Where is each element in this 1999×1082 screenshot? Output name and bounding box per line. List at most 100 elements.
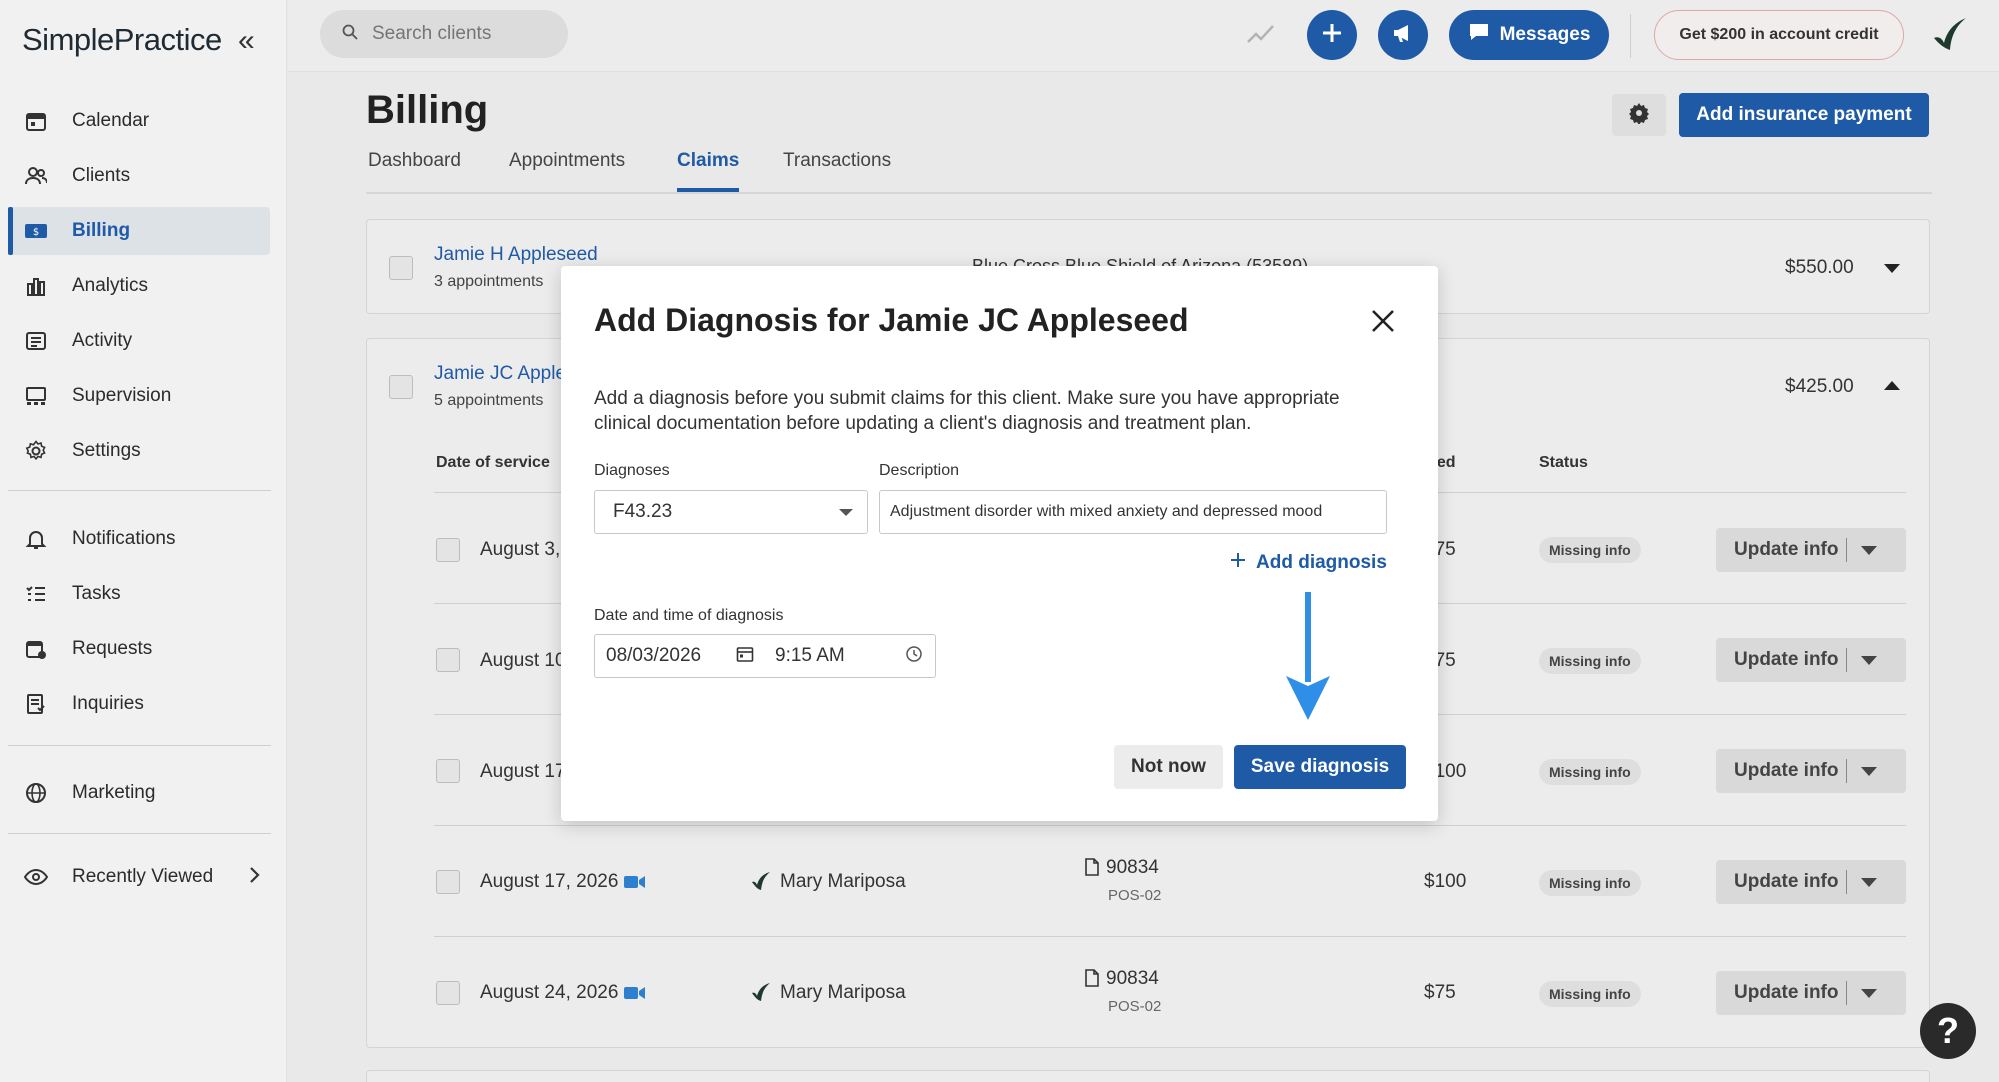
sidebar-item-inquiries[interactable]: Inquiries [8, 680, 270, 728]
appointment-count: 3 appointments [434, 273, 544, 290]
close-icon[interactable] [1368, 306, 1398, 336]
sidebar-item-label: Calendar [72, 110, 150, 131]
sidebar-divider [8, 833, 271, 834]
service-code: 90834 [1106, 968, 1159, 989]
billing-settings-button[interactable] [1612, 94, 1666, 136]
requests-icon [24, 637, 48, 661]
sidebar-item-label: Marketing [72, 782, 156, 803]
save-diagnosis-button[interactable]: Save diagnosis [1234, 745, 1406, 789]
add-button[interactable] [1307, 10, 1357, 60]
description-field[interactable]: Adjustment disorder with mixed anxiety a… [879, 490, 1387, 534]
column-header-date: Date of service [436, 454, 550, 471]
update-info-button[interactable]: Update info [1716, 971, 1906, 1015]
sidebar-item-label: Clients [72, 165, 131, 186]
not-now-button[interactable]: Not now [1114, 745, 1223, 789]
calendar-icon[interactable] [736, 645, 754, 668]
announcements-button[interactable] [1378, 10, 1428, 60]
sidebar-item-label: Supervision [72, 385, 172, 406]
add-insurance-payment-button[interactable]: Add insurance payment [1679, 93, 1929, 137]
account-credit-button[interactable]: Get $200 in account credit [1654, 10, 1904, 60]
clinician-avatar-icon [750, 981, 772, 1008]
update-info-label: Update info [1734, 871, 1839, 892]
eye-icon [24, 865, 48, 889]
row-checkbox[interactable] [436, 759, 460, 783]
document-icon [1085, 969, 1099, 992]
dropdown-caret-icon[interactable] [1861, 655, 1877, 665]
topbar-divider [1630, 14, 1631, 58]
sidebar-item-calendar[interactable]: Calendar [8, 97, 270, 145]
collapse-sidebar-icon[interactable]: « [238, 26, 255, 56]
annotation-arrow-icon [1286, 592, 1330, 720]
date-value: 08/03/2026 [606, 645, 702, 666]
tab-claims[interactable]: Claims [677, 150, 740, 192]
update-info-label: Update info [1734, 982, 1839, 1003]
add-diagnosis-label: Add diagnosis [1256, 552, 1387, 573]
row-checkbox[interactable] [436, 870, 460, 894]
tab-dashboard[interactable]: Dashboard [368, 150, 461, 172]
row-checkbox[interactable] [436, 538, 460, 562]
activity-icon [24, 329, 48, 353]
messages-button[interactable]: Messages [1449, 10, 1609, 60]
help-icon: ? [1937, 1010, 1959, 1051]
analytics-icon [24, 274, 48, 298]
clock-icon[interactable] [905, 645, 923, 668]
dropdown-caret-icon[interactable] [1861, 988, 1877, 998]
update-info-button[interactable]: Update info [1716, 860, 1906, 904]
sidebar-item-supervision[interactable]: Supervision [8, 372, 270, 420]
clinician-name: Mary Mariposa [780, 871, 906, 892]
claim-card [366, 1070, 1930, 1082]
billed-amount: $75 [1424, 982, 1456, 1003]
sidebar-item-marketing[interactable]: Marketing [8, 769, 270, 817]
sidebar-item-requests[interactable]: Requests [8, 625, 270, 673]
search-bar[interactable] [320, 10, 568, 58]
app-logo[interactable]: SimplePractice [22, 22, 222, 58]
date-of-service: August 17, 2026 [480, 871, 646, 893]
search-input[interactable] [372, 23, 542, 45]
search-icon [342, 24, 358, 45]
claim-amount: $425.00 [1785, 376, 1854, 397]
row-checkbox[interactable] [436, 981, 460, 1005]
update-info-button[interactable]: Update info [1716, 749, 1906, 793]
sidebar-item-notifications[interactable]: Notifications [8, 515, 270, 563]
row-checkbox[interactable] [436, 648, 460, 672]
sidebar-item-billing[interactable]: $ Billing [8, 207, 270, 255]
sidebar-item-label: Settings [72, 440, 141, 461]
diagnosis-value: F43.23 [613, 501, 673, 522]
brand-mark-icon[interactable] [1926, 12, 1972, 58]
service-code: 90834 [1106, 857, 1159, 878]
sidebar-item-tasks[interactable]: Tasks [8, 570, 270, 618]
trend-icon[interactable] [1246, 22, 1276, 51]
claim-checkbox[interactable] [389, 256, 413, 280]
dropdown-caret-icon[interactable] [1861, 545, 1877, 555]
status-badge: Missing info [1539, 981, 1641, 1007]
client-name-link[interactable]: Jamie H Appleseed [434, 244, 598, 266]
add-diagnosis-link[interactable]: Add diagnosis [1230, 552, 1387, 574]
update-info-label: Update info [1734, 760, 1839, 781]
sidebar-item-analytics[interactable]: Analytics [8, 262, 270, 310]
tab-transactions[interactable]: Transactions [783, 150, 891, 172]
row-divider [434, 936, 1906, 937]
sidebar-item-recently-viewed[interactable]: Recently Viewed [8, 853, 270, 901]
sidebar-item-label: Billing [72, 220, 131, 241]
sidebar-item-activity[interactable]: Activity [8, 317, 270, 365]
collapse-caret-icon[interactable] [1884, 381, 1900, 390]
tab-appointments[interactable]: Appointments [509, 150, 625, 172]
update-info-button[interactable]: Update info [1716, 638, 1906, 682]
date-time-label: Date and time of diagnosis [594, 607, 784, 624]
update-info-button[interactable]: Update info [1716, 528, 1906, 572]
diagnosis-time-field[interactable]: 9:15 AM [764, 634, 936, 678]
claim-checkbox[interactable] [389, 375, 413, 399]
video-icon [624, 875, 646, 888]
update-info-label: Update info [1734, 649, 1839, 670]
sidebar-divider [8, 490, 271, 491]
expand-caret-icon[interactable] [1884, 264, 1900, 273]
sidebar-item-settings[interactable]: Settings [8, 427, 270, 475]
diagnosis-date-field[interactable]: 08/03/2026 [594, 634, 765, 678]
status-badge: Missing info [1539, 537, 1641, 563]
help-button[interactable]: ? [1920, 1003, 1976, 1059]
sidebar-item-clients[interactable]: Clients [8, 152, 270, 200]
diagnosis-select[interactable]: F43.23 [594, 490, 868, 534]
dropdown-caret-icon[interactable] [1861, 877, 1877, 887]
dropdown-caret-icon[interactable] [1861, 766, 1877, 776]
place-of-service: POS-02 [1108, 998, 1162, 1015]
